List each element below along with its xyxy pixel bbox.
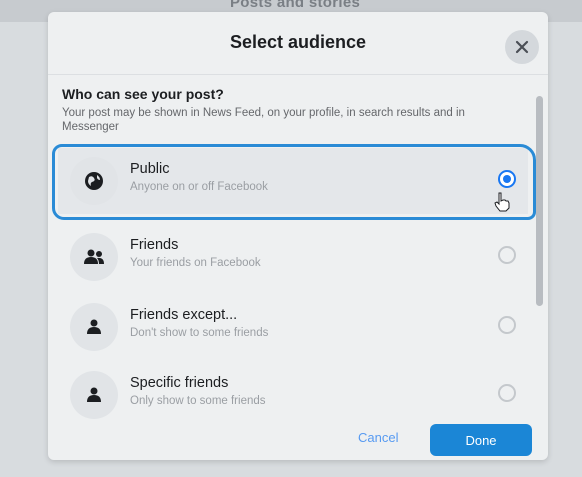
radio-friends[interactable] bbox=[498, 246, 516, 264]
done-button[interactable]: Done bbox=[430, 424, 532, 456]
hand-cursor-icon bbox=[494, 192, 510, 212]
friend-except-icon bbox=[70, 303, 118, 351]
close-icon bbox=[515, 40, 529, 54]
option-label: Friends except... bbox=[130, 307, 238, 323]
dialog-header: Select audience bbox=[48, 12, 548, 75]
highlight-annotation bbox=[52, 144, 536, 220]
option-label: Friends bbox=[130, 237, 179, 253]
option-sublabel: Your friends on Facebook bbox=[130, 257, 261, 269]
option-sublabel: Don't show to some friends bbox=[130, 327, 269, 339]
option-label: Specific friends bbox=[130, 375, 229, 391]
dialog-title: Select audience bbox=[229, 32, 367, 52]
option-sublabel: Only show to some friends bbox=[130, 395, 266, 407]
close-button[interactable] bbox=[505, 30, 539, 64]
scrollbar[interactable] bbox=[534, 82, 544, 412]
scroll-thumb[interactable] bbox=[536, 96, 543, 306]
radio-friends-except[interactable] bbox=[498, 316, 516, 334]
radio-specific-friends[interactable] bbox=[498, 384, 516, 402]
option-friends-except[interactable]: Friends except... Don't show to some fri… bbox=[58, 294, 528, 360]
audience-description: Your post may be shown in News Feed, on … bbox=[62, 107, 465, 133]
person-icon bbox=[70, 371, 118, 419]
option-friends[interactable]: Friends Your friends on Facebook bbox=[58, 224, 528, 290]
audience-question: Who can see your post? bbox=[62, 86, 224, 102]
cancel-button[interactable]: Cancel bbox=[358, 430, 398, 445]
background-title: Posts and stories bbox=[230, 0, 361, 11]
friends-icon bbox=[70, 233, 118, 281]
dialog-footer: Cancel Done bbox=[48, 416, 548, 460]
select-audience-dialog: Select audience Who can see your post? Y… bbox=[48, 12, 548, 460]
